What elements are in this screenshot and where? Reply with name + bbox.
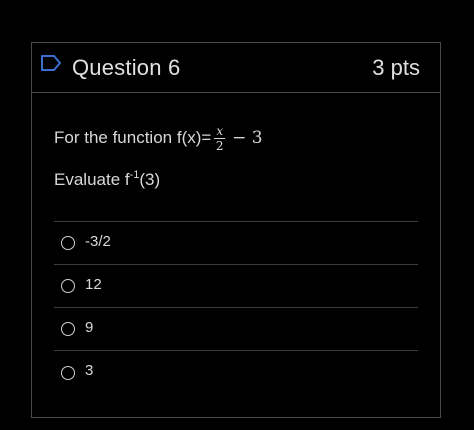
radio-button-icon[interactable] [61,365,75,380]
question-header: Question 6 3 pts [32,43,440,93]
prompt-suffix: − 3 [232,128,263,148]
answer-label: -3/2 [85,232,111,250]
answer-option[interactable]: -3/2 [54,222,418,265]
radio-button-icon[interactable] [61,279,75,293]
answer-label: 12 [85,275,102,293]
answer-label: 3 [85,362,94,379]
prompt-fraction: x 2 [214,123,226,153]
answer-option[interactable]: 9 [54,308,418,351]
fraction-denominator: 2 [215,138,224,153]
radio-button-icon[interactable] [61,236,75,250]
answer-option[interactable]: 12 [54,265,418,308]
evaluate-suffix: (3) [139,170,161,189]
flag-question-icon[interactable] [40,54,62,72]
evaluate-instruction: Evaluate f-1(3) [54,169,418,190]
answer-list: -3/2 12 9 3 [54,221,418,394]
answer-label: 9 [85,318,94,336]
fraction-numerator: x [214,123,226,139]
question-prompt: For the function f(x)= x 2 − 3 [54,123,418,153]
question-title: Question 6 [72,55,181,80]
answer-option[interactable]: 3 [54,351,418,394]
evaluate-prefix: Evaluate f [54,170,130,189]
question-card: Question 6 3 pts For the function f(x)= … [31,42,441,418]
radio-button-icon[interactable] [61,322,75,336]
evaluate-superscript: -1 [129,169,140,181]
question-body: For the function f(x)= x 2 − 3 Evaluate … [54,123,418,190]
question-points: 3 pts [372,55,420,80]
prompt-prefix: For the function f(x)= [54,128,212,147]
